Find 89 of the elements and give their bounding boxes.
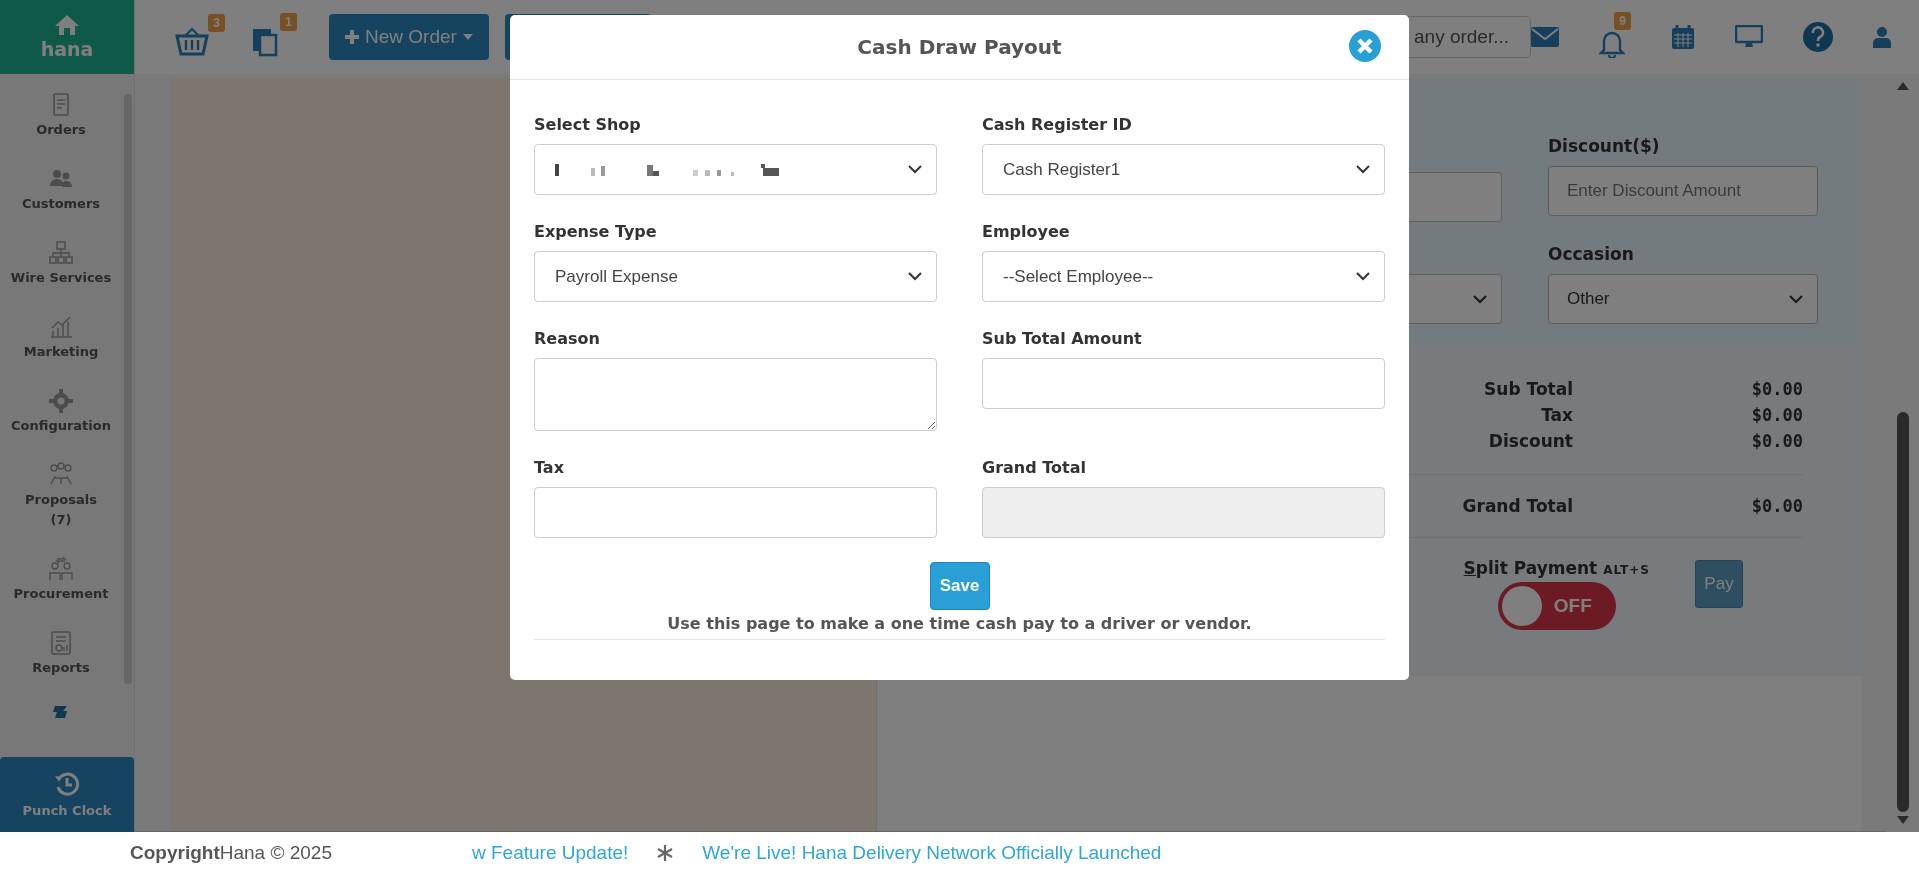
sidebar-label: Orders [36,122,86,138]
summary-value: $0.00 [1750,430,1803,453]
home-logo[interactable]: hana [0,0,134,74]
input-field[interactable] [534,487,937,538]
chevron-icon [908,272,922,281]
count-badge: 3 [208,14,225,32]
home-icon [54,14,80,36]
sidebar-item[interactable]: Configuration [11,388,111,434]
scroll-down-icon[interactable] [1896,816,1909,824]
sidebar-item[interactable]: Marketing [23,314,99,360]
toggle-switch[interactable]: OFF [1497,582,1616,630]
sidebar-label: Procurement [13,586,109,602]
exchange-people-icon [48,556,74,582]
basket-icon [175,26,209,56]
field-label: Reason [534,329,601,348]
close-icon[interactable] [1349,30,1381,62]
report-icon [48,630,74,656]
summary-label: Grand Total [1461,495,1573,518]
split-payment-label: Split Payment ALT+S [1463,558,1650,578]
field-label: Sub Total Amount [982,329,1143,348]
calendar-icon[interactable] [1671,24,1695,50]
cart-button[interactable]: 3 [175,14,225,60]
scroll-up-icon[interactable] [1896,82,1909,90]
sidebar-item[interactable]: Proposals (7) [25,462,97,528]
summary-value: $0.00 [1750,378,1803,401]
input-field[interactable] [982,358,1385,409]
dropdown[interactable] [534,144,937,195]
sidebar-label: Proposals [25,492,97,508]
news-link[interactable]: w Feature Update! [471,842,629,864]
field-label: Cash Register ID [982,115,1133,134]
dropdown[interactable]: Cash Register1 [982,144,1385,195]
field-label: Tax [534,458,565,477]
field-label: Expense Type [534,222,658,241]
sidebar-item[interactable]: Procurement [13,556,109,602]
occasion-dropdown[interactable]: Other [1548,274,1818,324]
gear-icon [48,388,74,414]
sidebar-label: Reports [32,660,90,676]
copyright-text: CopyrightHana © 2025 [130,842,332,864]
summary-label: Sub Total [1483,378,1573,401]
sidebar-label: Wire Services [10,270,112,286]
field-label: Discount($) [1548,136,1661,156]
chevron-icon [1356,272,1370,281]
chevron-icon [1356,165,1370,174]
sidebar-label: Marketing [23,344,99,360]
text-area[interactable] [534,358,937,431]
scrollbar-thumb[interactable] [1896,412,1909,812]
punch-clock-button[interactable]: Punch Clock [0,757,134,832]
sidebar-item[interactable]: Orders [36,92,86,138]
sidebar-item[interactable]: Wire Services [10,240,112,286]
pay-button[interactable]: Pay [1695,560,1743,608]
item-count: (7) [50,512,72,528]
dropdown[interactable]: --Select Employee-- [982,251,1385,302]
new-order-button[interactable]: New Order [329,14,489,60]
field-label: Occasion [1548,244,1635,264]
user-icon[interactable] [1873,26,1891,48]
plus-icon [345,30,359,44]
help-text: Use this page to make a one time cash pay to a driver or vendor. [667,614,1252,633]
notifications-button[interactable]: 9 [1599,12,1631,62]
chevron-icon [908,165,922,174]
caret-icon [462,34,473,40]
growth-chart-icon [48,314,74,340]
summary-label: Discount [1487,430,1573,453]
dropdown[interactable]: Payroll Expense [534,251,937,302]
field-label: Grand Total [982,458,1087,477]
sidebar-item[interactable]: Reports [32,630,90,676]
envelope-icon[interactable] [1531,27,1559,47]
count-badge: 9 [1614,12,1631,30]
summary-label: Tax [1540,404,1573,427]
chevron-icon [1473,294,1487,304]
field-label: Select Shop [534,115,642,134]
count-badge: 1 [280,13,297,31]
save-button[interactable]: Save [929,562,990,610]
field-label: Employee [982,222,1071,241]
sidebar-label: Configuration [11,418,111,434]
discount-field[interactable]: Enter Discount Amount [1548,166,1818,216]
copies-button[interactable]: 1 [251,13,297,61]
network-icon [48,240,74,266]
modal-title: Cash Draw Payout [857,35,1062,59]
sidebar-item[interactable]: Customers [21,166,101,212]
chevron-icon [1789,294,1803,304]
clock-icon [54,771,80,797]
sidebar-label: Customers [21,196,101,212]
news-link[interactable]: We're Live! Hana Delivery Network Officially Launched [702,842,1162,864]
logo-text: hana [40,38,94,60]
help-icon[interactable] [1803,22,1833,52]
monitor-icon[interactable] [1735,25,1763,49]
snowflake-icon [656,844,675,862]
summary-value: $0.00 [1750,404,1803,427]
summary-value: $0.00 [1750,495,1803,518]
